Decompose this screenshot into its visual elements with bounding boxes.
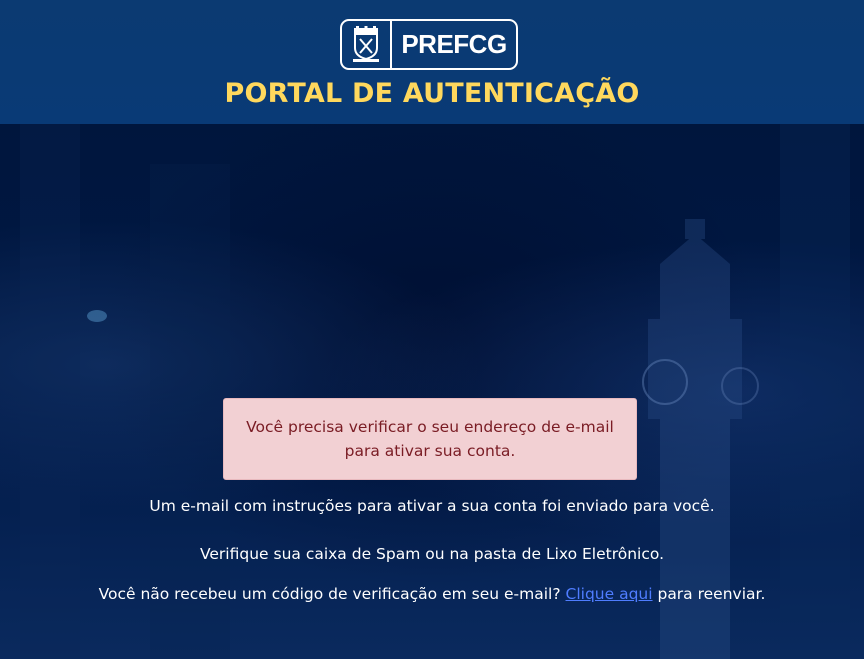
spam-hint-message: Verifique sua caixa de Spam ou na pasta … <box>199 545 665 563</box>
resend-prefix: Você não recebeu um código de verificaçã… <box>98 585 566 603</box>
verification-alert: Você precisa verificar o seu endereço de… <box>223 398 637 480</box>
main-background: Você precisa verificar o seu endereço de… <box>0 124 864 659</box>
alert-line-2: para ativar sua conta. <box>344 442 516 460</box>
logo-cg: CG <box>468 29 508 59</box>
alert-line-1: Você precisa verificar o seu endereço de… <box>246 418 614 436</box>
background-cityscape <box>20 124 850 659</box>
city-crest-icon <box>342 21 392 68</box>
logo-wordmark: PREF CG <box>392 29 516 60</box>
resend-suffix: para reenviar. <box>652 585 766 603</box>
email-sent-message: Um e-mail com instruções para ativar a s… <box>149 497 715 515</box>
resend-message: Você não recebeu um código de verificaçã… <box>0 585 864 603</box>
logo-pref: PREF <box>401 29 469 59</box>
prefcg-logo: PREF CG <box>340 19 518 70</box>
resend-link[interactable]: Clique aqui <box>566 585 653 603</box>
portal-title: PORTAL DE AUTENTICAÇÃO <box>224 78 640 109</box>
header: PREF CG PORTAL DE AUTENTICAÇÃO <box>0 0 864 124</box>
